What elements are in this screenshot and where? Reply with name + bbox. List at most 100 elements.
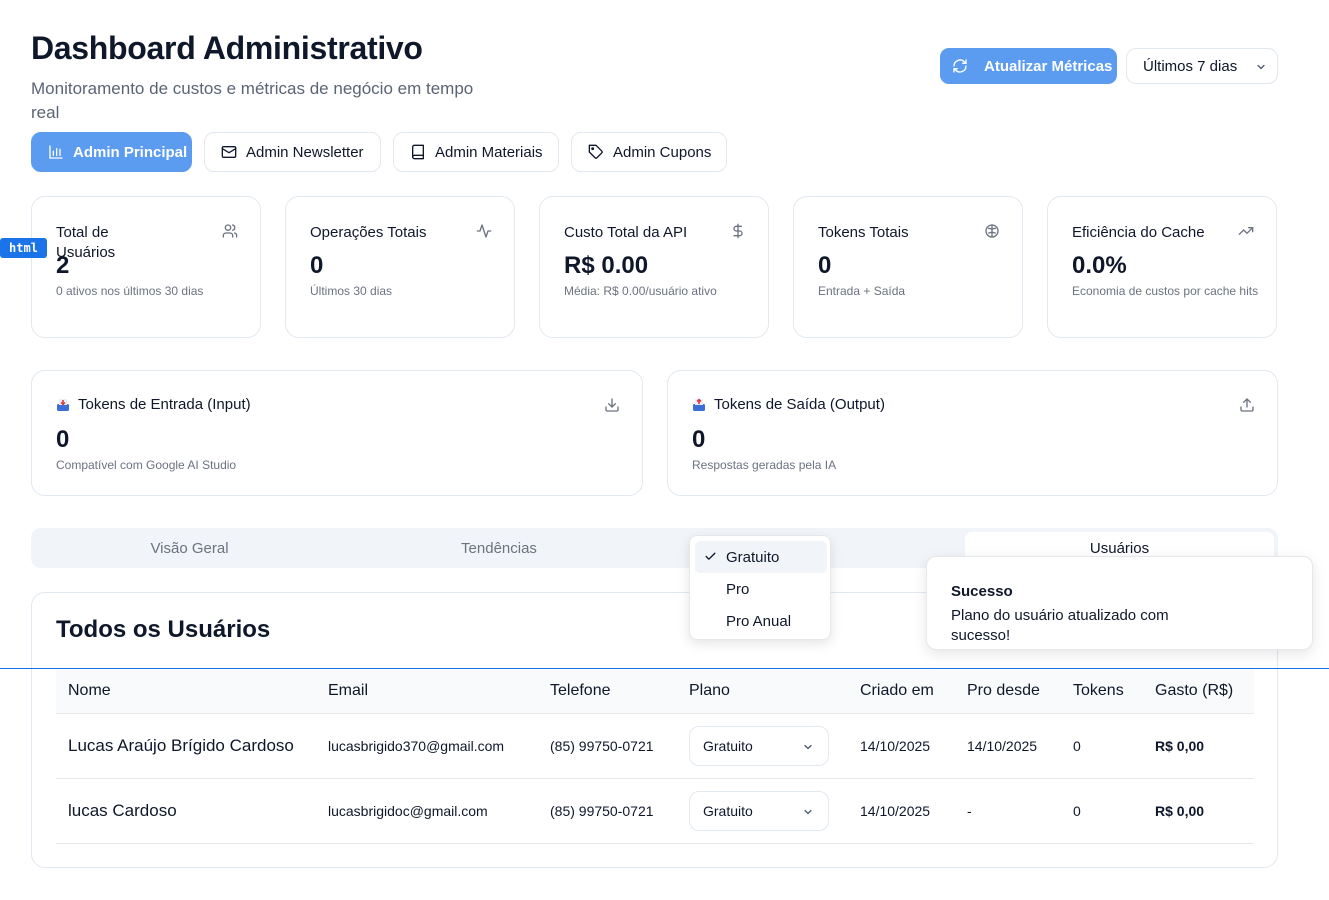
col-gasto: Gasto (R$) bbox=[1155, 682, 1234, 699]
chevron-down-icon bbox=[804, 809, 812, 815]
nav-admin-materiais[interactable]: Admin Materiais bbox=[393, 132, 559, 172]
cell-created: 14/10/2025 bbox=[860, 803, 931, 819]
stat-label: Operações Totais bbox=[310, 224, 427, 241]
table-row: Lucas Araújo Brígido Cardoso lucasbrigid… bbox=[56, 714, 1254, 779]
cell-name: lucas Cardoso bbox=[68, 801, 177, 820]
stat-card-api-cost: Custo Total da API R$ 0.00 Média: R$ 0.0… bbox=[539, 196, 769, 338]
cell-phone: (85) 99750-0721 bbox=[550, 738, 654, 754]
stat-value: R$ 0.00 bbox=[564, 252, 649, 279]
chevron-down-icon bbox=[804, 744, 812, 750]
stat-value: 0 bbox=[310, 252, 324, 279]
dollar-icon bbox=[733, 223, 743, 239]
nav-label: Admin Principal bbox=[73, 143, 188, 161]
outbox-icon bbox=[693, 398, 705, 411]
stat-card-users: Total de Usuários 2 0 ativos nos últimos… bbox=[31, 196, 261, 338]
plan-dropdown-menu: Gratuito Pro Pro Anual bbox=[689, 535, 831, 640]
col-criado-em: Criado em bbox=[860, 682, 934, 699]
option-label: Pro bbox=[726, 580, 750, 598]
stat-value: 0 bbox=[818, 252, 832, 279]
nav-admin-principal[interactable]: Admin Principal bbox=[31, 132, 192, 172]
cell-tokens: 0 bbox=[1073, 803, 1081, 819]
plan-option-pro[interactable]: Pro bbox=[695, 573, 827, 605]
stat-label: Custo Total da API bbox=[564, 224, 688, 241]
token-note: Compatível com Google AI Studio bbox=[56, 458, 237, 472]
stat-card-tokens: Tokens Totais 0 Entrada + Saída bbox=[793, 196, 1023, 338]
users-title: Todos os Usuários bbox=[56, 616, 271, 643]
stat-note: 0 ativos nos últimos 30 dias bbox=[56, 284, 204, 298]
cell-tokens: 0 bbox=[1073, 738, 1081, 754]
stat-note: Entrada + Saída bbox=[818, 284, 906, 298]
token-value: 0 bbox=[692, 426, 706, 453]
html-badge: html bbox=[0, 238, 47, 258]
inbox-icon bbox=[57, 399, 69, 411]
plan-value: Gratuito bbox=[703, 803, 753, 819]
cell-created: 14/10/2025 bbox=[860, 738, 931, 754]
option-label: Gratuito bbox=[726, 548, 780, 566]
activity-icon bbox=[476, 224, 492, 238]
token-value: 0 bbox=[56, 426, 70, 453]
mail-icon bbox=[221, 146, 237, 158]
nav-label: Admin Newsletter bbox=[246, 143, 364, 161]
table-header: Nome Email Telefone Plano Criado em Pro … bbox=[56, 669, 1254, 714]
users-icon bbox=[222, 224, 238, 238]
stat-label: Total de Usuários bbox=[56, 224, 116, 261]
chevron-down-icon bbox=[1257, 64, 1265, 70]
stat-note: Média: R$ 0.00/usuário ativo bbox=[564, 284, 717, 298]
cell-spent: R$ 0,00 bbox=[1155, 803, 1205, 819]
nav-admin-newsletter[interactable]: Admin Newsletter bbox=[204, 132, 381, 172]
upload-icon bbox=[1240, 398, 1254, 412]
tab-tendencias[interactable]: Tendências bbox=[344, 528, 654, 568]
plan-option-gratuito[interactable]: Gratuito bbox=[695, 541, 827, 573]
download-icon bbox=[605, 398, 619, 412]
stat-card-cache: Eficiência do Cache 0.0% Economia de cus… bbox=[1047, 196, 1277, 338]
period-value: Últimos 7 dias bbox=[1143, 57, 1238, 75]
col-plano: Plano bbox=[689, 682, 730, 699]
nav-label: Admin Materiais bbox=[435, 143, 543, 161]
success-toast[interactable]: Sucesso Plano do usuário atualizado com … bbox=[926, 556, 1313, 650]
tab-visao-geral[interactable]: Visão Geral bbox=[35, 528, 344, 568]
plan-value: Gratuito bbox=[703, 738, 753, 754]
col-email: Email bbox=[328, 682, 369, 699]
plan-select[interactable]: Gratuito bbox=[689, 791, 829, 831]
token-card-input: Tokens de Entrada (Input) 0 Compatível c… bbox=[31, 370, 643, 496]
refresh-metrics-button[interactable]: Atualizar Métricas bbox=[940, 48, 1117, 84]
stat-note: Economia de custos por cache hits bbox=[1072, 284, 1259, 298]
token-label-row: Tokens de Entrada (Input) bbox=[56, 395, 356, 415]
stat-card-operations: Operações Totais 0 Últimos 30 dias bbox=[285, 196, 515, 338]
col-telefone: Telefone bbox=[550, 682, 611, 699]
cell-spent: R$ 0,00 bbox=[1155, 738, 1205, 754]
stat-value: 0.0% bbox=[1072, 252, 1127, 279]
page-title: Dashboard Administrativo bbox=[31, 30, 423, 66]
col-tokens: Tokens bbox=[1073, 682, 1124, 699]
option-label: Pro Anual bbox=[726, 612, 792, 630]
cell-pro-since: 14/10/2025 bbox=[967, 738, 1038, 754]
nav-label: Admin Cupons bbox=[613, 143, 712, 161]
token-label: Tokens de Saída (Output) bbox=[714, 396, 885, 413]
trending-up-icon bbox=[1238, 227, 1254, 235]
stat-label: Tokens Totais bbox=[818, 224, 909, 241]
bar-chart-icon bbox=[49, 145, 63, 159]
cell-pro-since: - bbox=[967, 803, 972, 819]
token-label: Tokens de Entrada (Input) bbox=[78, 396, 251, 413]
page-subtitle: Monitoramento de custos e métricas de ne… bbox=[31, 79, 474, 122]
cell-email: lucasbrigidoc@gmail.com bbox=[328, 803, 488, 819]
col-nome: Nome bbox=[68, 682, 111, 699]
stat-value: 2 bbox=[56, 252, 70, 279]
plan-option-pro-anual[interactable]: Pro Anual bbox=[695, 605, 827, 637]
check-icon bbox=[705, 552, 716, 560]
plan-select[interactable]: Gratuito bbox=[689, 726, 829, 766]
period-select[interactable]: Últimos 7 dias bbox=[1126, 48, 1278, 84]
nav-admin-cupons[interactable]: Admin Cupons bbox=[571, 132, 727, 172]
tag-icon bbox=[588, 144, 603, 159]
col-pro-desde: Pro desde bbox=[967, 682, 1040, 699]
table-row: lucas Cardoso lucasbrigidoc@gmail.com (8… bbox=[56, 779, 1254, 844]
refresh-label: Atualizar Métricas bbox=[984, 57, 1113, 75]
stat-note: Últimos 30 dias bbox=[310, 284, 393, 298]
toast-message: Plano do usuário atualizado com sucesso! bbox=[951, 607, 1169, 644]
cell-email: lucasbrigido370@gmail.com bbox=[328, 738, 505, 754]
book-icon bbox=[412, 144, 424, 160]
token-card-output: Tokens de Saída (Output) 0 Respostas ger… bbox=[667, 370, 1278, 496]
token-note: Respostas geradas pela IA bbox=[692, 458, 837, 472]
token-label-row: Tokens de Saída (Output) bbox=[692, 395, 992, 415]
cell-phone: (85) 99750-0721 bbox=[550, 803, 654, 819]
